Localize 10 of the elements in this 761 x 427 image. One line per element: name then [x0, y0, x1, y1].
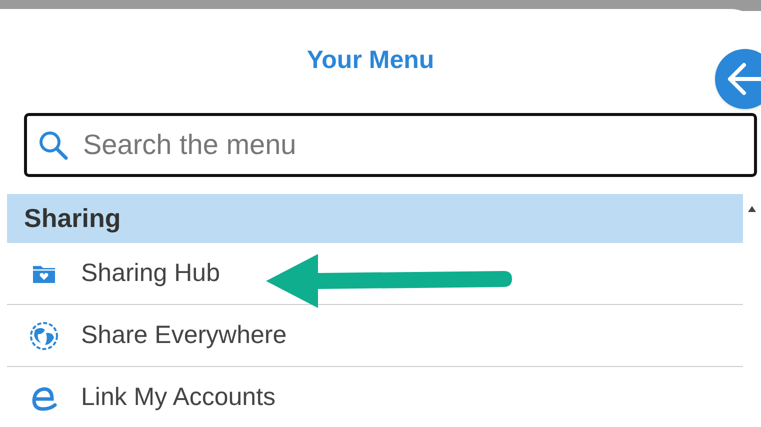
scroll-up-icon[interactable]: [748, 206, 756, 212]
menu-title: Your Menu: [306, 45, 434, 76]
search-field[interactable]: Search the menu: [24, 113, 757, 177]
menu-item[interactable]: Link My Accounts: [7, 367, 743, 427]
section-title: Sharing: [24, 202, 121, 235]
back-arrow-icon: [727, 62, 761, 96]
globe-icon: [29, 320, 59, 350]
search-icon: [37, 129, 69, 161]
back-button[interactable]: [715, 49, 761, 109]
menu-item[interactable]: Share Everywhere: [7, 305, 743, 367]
